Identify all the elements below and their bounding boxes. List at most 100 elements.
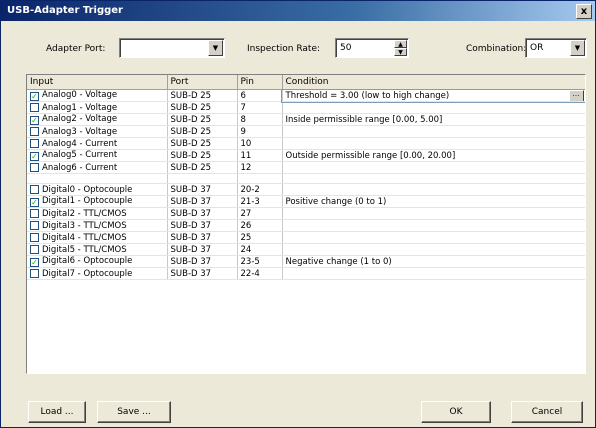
pin-cell[interactable]: 10 <box>237 137 283 150</box>
input-checkbox[interactable] <box>30 126 39 136</box>
condition-cell[interactable]: Inside permissible range [0.00, 5.00] <box>282 113 585 126</box>
input-checkbox[interactable] <box>30 102 39 112</box>
condition-cell[interactable] <box>282 137 585 150</box>
input-cell[interactable]: Digital0 - Optocouple <box>27 183 168 196</box>
input-checkbox[interactable]: ✓ <box>30 258 39 267</box>
input-checkbox[interactable] <box>30 268 39 278</box>
table-row[interactable]: Analog4 - Current SUB-D 25 10 <box>27 137 585 150</box>
load-button[interactable]: Load ... <box>28 401 86 423</box>
trigger-input-grid[interactable]: Input Port Pin Condition ✓ Analog0 - Volt… <box>26 74 586 374</box>
pin-cell[interactable]: 23-5 <box>237 255 283 268</box>
condition-cell[interactable] <box>282 231 585 244</box>
pin-cell[interactable]: 8 <box>237 113 283 126</box>
pin-cell[interactable]: 9 <box>237 125 283 138</box>
adapter-port-select[interactable]: ▼ <box>119 38 225 58</box>
input-checkbox[interactable]: ✓ <box>30 152 39 161</box>
table-row[interactable]: Analog1 - Voltage SUB-D 25 7 <box>27 101 585 114</box>
port-cell[interactable]: SUB-D 25 <box>167 125 238 138</box>
port-cell[interactable]: SUB-D 37 <box>167 243 238 256</box>
table-row[interactable]: Analog6 - Current SUB-D 25 12 <box>27 161 585 174</box>
table-row[interactable]: Digital2 - TTL/CMOS SUB-D 37 27 <box>27 207 585 220</box>
table-row[interactable]: Digital4 - TTL/CMOS SUB-D 37 25 <box>27 231 585 244</box>
input-cell[interactable]: Digital7 - Optocouple <box>27 267 168 280</box>
input-cell[interactable]: Digital4 - TTL/CMOS <box>27 231 168 244</box>
input-cell[interactable]: Digital2 - TTL/CMOS <box>27 207 168 220</box>
port-cell[interactable]: SUB-D 37 <box>167 195 238 208</box>
condition-cell[interactable] <box>282 207 585 220</box>
ellipsis-icon[interactable]: … <box>568 90 584 101</box>
port-cell[interactable]: SUB-D 25 <box>167 101 238 114</box>
title-bar[interactable]: USB-Adapter Trigger x <box>1 1 595 21</box>
table-row[interactable]: Digital0 - Optocouple SUB-D 37 20-2 <box>27 183 585 196</box>
input-checkbox[interactable] <box>30 138 39 148</box>
column-header-pin[interactable]: Pin <box>237 75 283 90</box>
pin-cell[interactable]: 12 <box>237 161 283 174</box>
input-checkbox[interactable] <box>30 162 39 172</box>
condition-cell[interactable]: Outside permissible range [0.00, 20.00] <box>282 149 585 162</box>
port-cell[interactable]: SUB-D 37 <box>167 183 238 196</box>
input-checkbox[interactable] <box>30 184 39 194</box>
input-checkbox[interactable] <box>30 244 39 254</box>
spin-down-button[interactable]: ▼ <box>394 48 407 56</box>
condition-cell[interactable] <box>282 267 585 280</box>
pin-cell[interactable]: 26 <box>237 219 283 232</box>
input-cell[interactable]: Analog4 - Current <box>27 137 168 150</box>
input-cell[interactable]: Analog6 - Current <box>27 161 168 174</box>
condition-cell[interactable]: Negative change (1 to 0) <box>282 255 585 268</box>
pin-cell[interactable]: 7 <box>237 101 283 114</box>
port-cell[interactable]: SUB-D 37 <box>167 231 238 244</box>
input-checkbox[interactable] <box>30 220 39 230</box>
condition-cell[interactable] <box>282 161 585 174</box>
condition-cell[interactable] <box>282 125 585 138</box>
pin-cell[interactable]: 21-3 <box>237 195 283 208</box>
pin-cell[interactable]: 25 <box>237 231 283 244</box>
chevron-down-icon[interactable]: ▼ <box>208 40 223 56</box>
spin-up-button[interactable]: ▲ <box>394 40 407 48</box>
input-cell[interactable]: ✓ Analog2 - Voltage <box>27 113 168 126</box>
condition-cell[interactable] <box>282 183 585 196</box>
chevron-down-icon[interactable]: ▼ <box>570 40 585 56</box>
input-cell[interactable]: Digital5 - TTL/CMOS <box>27 243 168 256</box>
table-row[interactable]: Digital5 - TTL/CMOS SUB-D 37 24 <box>27 243 585 256</box>
input-cell[interactable]: ✓ Analog0 - Voltage <box>27 89 168 102</box>
table-row[interactable]: Analog3 - Voltage SUB-D 25 9 <box>27 125 585 138</box>
cancel-button[interactable]: Cancel <box>511 401 583 423</box>
port-cell[interactable]: SUB-D 37 <box>167 255 238 268</box>
pin-cell[interactable]: 11 <box>237 149 283 162</box>
condition-cell[interactable] <box>282 219 585 232</box>
port-cell[interactable]: SUB-D 25 <box>167 113 238 126</box>
pin-cell[interactable]: 27 <box>237 207 283 220</box>
column-header-input[interactable]: Input <box>27 75 168 90</box>
save-button[interactable]: Save ... <box>97 401 171 423</box>
table-row[interactable]: Digital7 - Optocouple SUB-D 37 22-4 <box>27 267 585 280</box>
port-cell[interactable]: SUB-D 25 <box>167 161 238 174</box>
table-row[interactable]: ✓ Analog2 - Voltage SUB-D 25 8 Inside permis… <box>27 113 585 126</box>
column-header-condition[interactable]: Condition <box>282 75 585 90</box>
condition-cell[interactable] <box>282 243 585 256</box>
input-cell[interactable]: Analog1 - Voltage <box>27 101 168 114</box>
pin-cell[interactable]: 24 <box>237 243 283 256</box>
table-row[interactable]: Digital3 - TTL/CMOS SUB-D 37 26 <box>27 219 585 232</box>
port-cell[interactable]: SUB-D 37 <box>167 207 238 220</box>
input-cell[interactable]: ✓ Digital1 - Optocouple <box>27 195 168 208</box>
port-cell[interactable]: SUB-D 25 <box>167 89 238 102</box>
input-checkbox[interactable]: ✓ <box>30 92 39 101</box>
column-header-port[interactable]: Port <box>167 75 238 90</box>
input-cell[interactable]: ✓ Analog5 - Current <box>27 149 168 162</box>
pin-cell[interactable]: 20-2 <box>237 183 283 196</box>
ok-button[interactable]: OK <box>421 401 491 423</box>
port-cell[interactable]: SUB-D 37 <box>167 219 238 232</box>
port-cell[interactable]: SUB-D 25 <box>167 137 238 150</box>
input-checkbox[interactable] <box>30 232 39 242</box>
input-cell[interactable]: Analog3 - Voltage <box>27 125 168 138</box>
input-checkbox[interactable]: ✓ <box>30 198 39 207</box>
table-row[interactable]: ✓ Analog0 - Voltage SUB-D 25 6 Threshold = 3… <box>27 88 585 103</box>
table-row[interactable]: ✓ Digital1 - Optocouple SUB-D 37 21-3 Positi… <box>27 195 585 208</box>
inspection-rate-spinner[interactable]: 50 ▲ ▼ <box>335 38 409 58</box>
combination-select[interactable]: OR ▼ <box>525 38 587 58</box>
input-checkbox[interactable] <box>30 208 39 218</box>
port-cell[interactable]: SUB-D 37 <box>167 267 238 280</box>
spinner-arrows-icon[interactable]: ▲ ▼ <box>394 40 407 56</box>
port-cell[interactable]: SUB-D 25 <box>167 149 238 162</box>
input-cell[interactable]: Digital3 - TTL/CMOS <box>27 219 168 232</box>
